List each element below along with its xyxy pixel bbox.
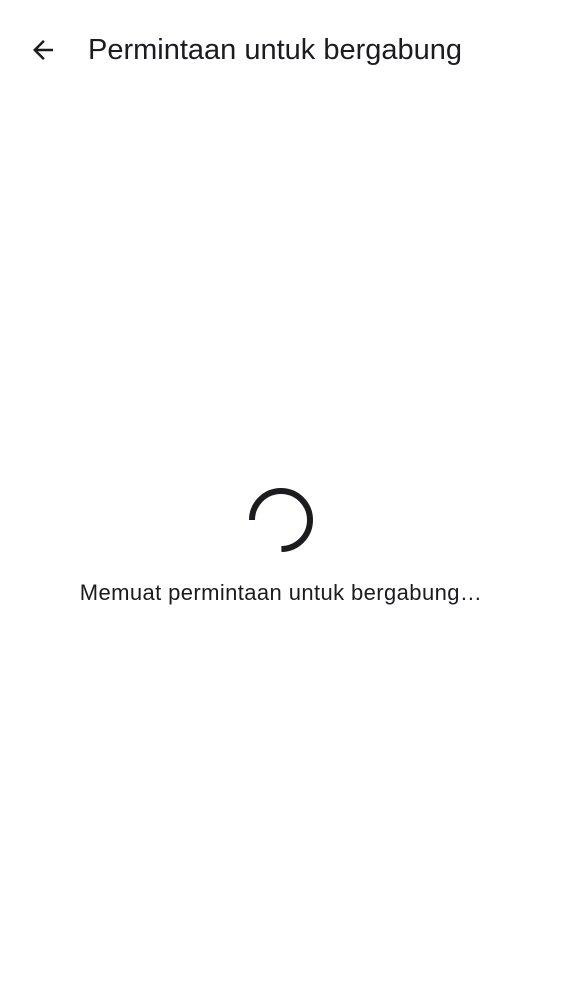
loading-text: Memuat permintaan untuk bergabung… [79,580,483,605]
top-app-bar: Permintaan untuk bergabung [0,0,562,100]
app-screen: Permintaan untuk bergabung Memuat permin… [0,0,562,1000]
arrow-back-icon [33,40,53,60]
page-title: Permintaan untuk bergabung [88,34,463,66]
loading-state: Memuat permintaan untuk bergabung… [0,486,562,608]
progress-spinner-icon [249,488,313,552]
back-button[interactable] [19,26,67,74]
